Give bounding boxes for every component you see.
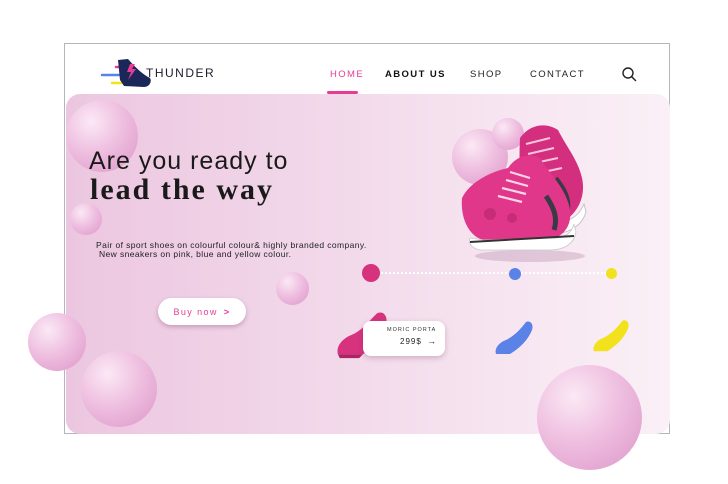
hero-title-line2: lead the way [90, 173, 274, 206]
brand-name: THUNDER [146, 66, 216, 80]
sneaker-pair-image [461, 125, 587, 262]
buy-now-label: Buy now [173, 306, 218, 317]
nav-home[interactable]: HOME [330, 69, 364, 80]
nav-shop[interactable]: SHOP [470, 69, 503, 80]
product-price: 299$ [400, 337, 422, 346]
decor-bubble [537, 365, 642, 470]
decor-bubble [276, 272, 309, 305]
chevron-right-icon: > [223, 306, 231, 317]
decor-bubble [28, 313, 86, 371]
sneaker-yellow-thumbnail[interactable] [592, 318, 630, 354]
decor-bubble [81, 351, 157, 427]
hero-description-line2: New sneakers on pink, blue and yellow co… [99, 249, 292, 259]
nav-contact[interactable]: CONTACT [530, 69, 585, 80]
color-option-pink[interactable] [362, 264, 380, 282]
sneaker-blue-thumbnail[interactable] [494, 320, 534, 356]
decor-bubble [70, 203, 102, 235]
nav-about-us[interactable]: ABOUT US [385, 69, 446, 80]
hero-title-line1: Are you ready to [89, 147, 289, 175]
color-slider-track[interactable] [378, 272, 606, 274]
search-icon[interactable] [621, 66, 637, 82]
color-option-yellow[interactable] [606, 268, 617, 279]
color-option-blue[interactable] [509, 268, 521, 280]
product-name: MORIC PORTA [387, 327, 437, 333]
buy-now-button[interactable]: Buy now > [158, 298, 246, 325]
arrow-right-icon[interactable]: → [427, 336, 436, 346]
